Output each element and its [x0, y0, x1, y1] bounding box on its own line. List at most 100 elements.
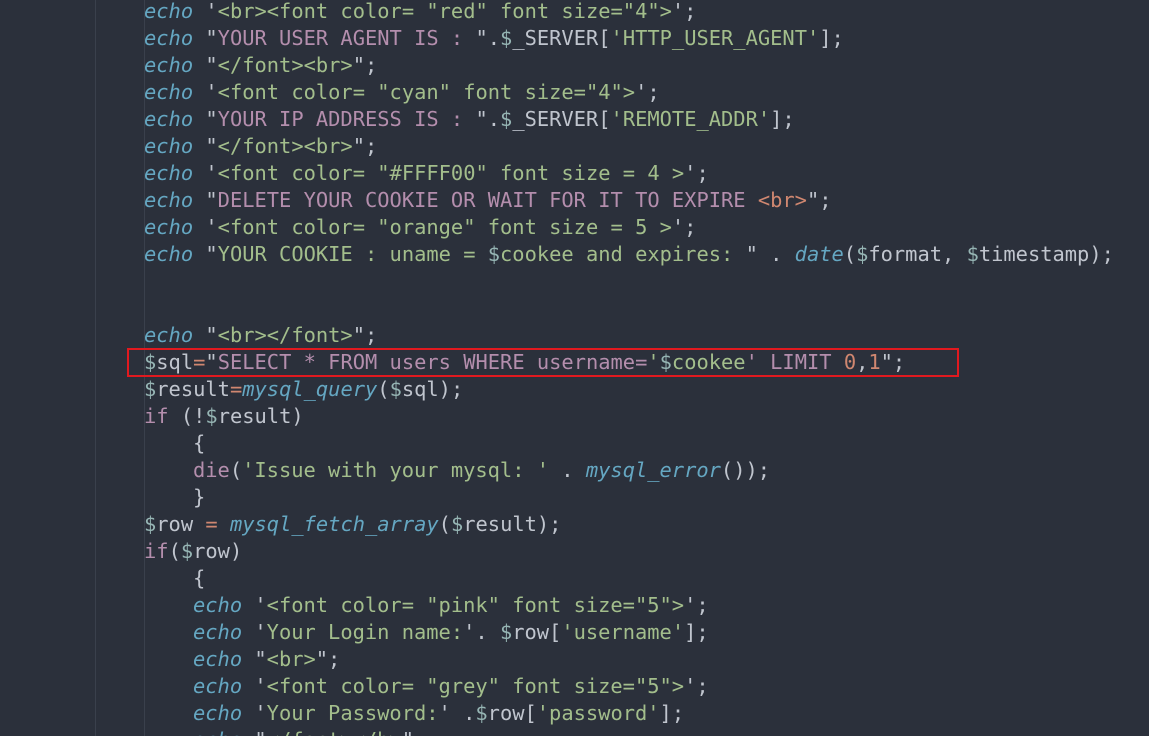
code-token: ]; — [659, 701, 685, 725]
code-token: </font><br> — [217, 134, 353, 158]
code-line[interactable]: $row = mysql_fetch_array($result); — [144, 511, 561, 538]
code-token: $ — [180, 539, 194, 563]
code-token: ' — [193, 80, 218, 104]
code-token: " — [193, 242, 218, 266]
code-token: ]; — [819, 26, 844, 50]
code-token: " — [193, 26, 218, 50]
code-token: ( — [843, 242, 857, 266]
code-token: <font color= "cyan" font size="4"> — [217, 80, 636, 104]
code-line[interactable]: $result=mysql_query($sql); — [144, 376, 463, 403]
code-token: die — [193, 458, 230, 482]
code-token: ( — [377, 377, 390, 401]
code-token: '; — [671, 0, 697, 23]
code-line[interactable]: echo '<font color= "grey" font size="5">… — [193, 673, 709, 700]
code-token: ' — [242, 620, 267, 644]
code-line[interactable]: if (!$result) — [144, 403, 304, 430]
code-token: <br> — [266, 647, 316, 671]
code-token: echo — [193, 728, 242, 736]
code-token: echo — [144, 215, 194, 239]
code-line[interactable]: echo "<br>"; — [193, 646, 340, 673]
code-line[interactable]: echo "</font><br>"; — [144, 52, 377, 79]
code-token: " — [193, 323, 218, 347]
code-line[interactable]: echo "<br></font>"; — [144, 322, 377, 349]
code-token: $ — [487, 242, 501, 266]
code-line[interactable]: echo '<br><font color= "red" font size="… — [144, 0, 696, 25]
code-line[interactable]: echo "</font><br>"; — [144, 133, 377, 160]
code-token: , — [856, 350, 869, 374]
code-token: } — [193, 485, 206, 509]
code-token: <font color= "#FFFF00" font size = 4 > — [217, 161, 685, 185]
code-token: echo — [144, 80, 194, 104]
code-token: YOUR COOKIE : uname = — [217, 242, 488, 266]
code-token: '; — [635, 80, 660, 104]
code-token: "; — [352, 134, 378, 158]
code-token: _SERVER[ — [512, 107, 611, 131]
code-token: { — [193, 566, 206, 590]
code-token: result); — [463, 512, 562, 536]
code-token: ' LIMIT — [745, 350, 844, 374]
code-token: echo — [193, 593, 243, 617]
code-line[interactable]: die('Issue with your mysql: ' . mysql_er… — [193, 457, 770, 484]
code-token: $ — [856, 242, 869, 266]
code-line[interactable]: echo '<font color= "cyan" font size="4">… — [144, 79, 660, 106]
code-token: ' . — [438, 701, 476, 725]
code-token: " — [193, 134, 218, 158]
code-token: ' — [647, 350, 660, 374]
code-line[interactable]: { — [193, 430, 205, 457]
code-token: "; — [880, 350, 906, 374]
code-line[interactable]: } — [193, 484, 205, 511]
code-token: ". — [475, 26, 501, 50]
code-line[interactable]: echo "</font></b>"; — [193, 727, 426, 736]
code-line[interactable]: echo 'Your Login name:'. $row['username'… — [193, 619, 709, 646]
code-token: echo — [144, 0, 194, 23]
code-token: "; — [352, 53, 378, 77]
code-token: ( — [229, 458, 243, 482]
code-token: SELECT * FROM users WHERE username= — [217, 350, 648, 374]
code-token: " — [242, 728, 266, 736]
code-token: echo — [193, 701, 243, 725]
code-token: $ — [475, 701, 488, 725]
code-line[interactable]: $sql="SELECT * FROM users WHERE username… — [144, 349, 905, 376]
code-line[interactable]: echo '<font color= "orange" font size = … — [144, 214, 696, 241]
code-token: row) — [193, 539, 243, 563]
code-token: . — [549, 458, 586, 482]
code-token: '. — [463, 620, 500, 644]
code-token: mysql_error — [585, 458, 721, 482]
code-token: </font></b> — [267, 728, 402, 736]
code-line[interactable]: echo "YOUR COOKIE : uname = $cookee and … — [144, 241, 1114, 268]
code-editor[interactable]: echo '<br><font color= "red" font size="… — [0, 0, 1149, 736]
code-token: cookee — [671, 350, 746, 374]
code-token: $ — [389, 377, 402, 401]
code-line[interactable]: echo "YOUR IP ADDRESS IS : ".$_SERVER['R… — [144, 106, 795, 133]
code-token: result — [156, 377, 230, 401]
code-line[interactable]: if($row) — [144, 538, 242, 565]
code-token: echo — [144, 242, 194, 266]
code-token: "; — [352, 323, 378, 347]
code-line[interactable]: echo "DELETE YOUR COOKIE OR WAIT FOR IT … — [144, 187, 832, 214]
code-token: timestamp); — [978, 242, 1114, 266]
code-token: $ — [144, 377, 157, 401]
code-line[interactable]: echo "YOUR USER AGENT IS : ".$_SERVER['H… — [144, 25, 844, 52]
code-token: echo — [193, 647, 243, 671]
code-token: row[ — [487, 701, 537, 725]
code-line[interactable]: echo '<font color= "#FFFF00" font size =… — [144, 160, 709, 187]
code-line[interactable]: echo '<font color= "pink" font size="5">… — [193, 592, 709, 619]
code-token: 'Issue with your mysql: ' — [242, 458, 550, 482]
code-token: ]; — [684, 620, 709, 644]
code-line[interactable]: { — [193, 565, 205, 592]
code-token: YOUR USER AGENT IS : — [217, 26, 476, 50]
code-token: ( — [168, 539, 181, 563]
code-line[interactable]: echo 'Your Password:' .$row['password']; — [193, 700, 684, 727]
code-token: if — [144, 539, 169, 563]
code-token: mysql_query — [242, 377, 378, 401]
code-token: "; — [806, 188, 832, 212]
code-token: " . — [745, 242, 795, 266]
code-token: echo — [144, 161, 194, 185]
code-token: row[ — [512, 620, 562, 644]
code-token: 'REMOTE_ADDR' — [610, 107, 771, 131]
code-token: ( — [438, 512, 451, 536]
code-token: ' — [193, 215, 218, 239]
code-token: <font color= "orange" font size = 5 > — [217, 215, 672, 239]
code-token: 'password' — [536, 701, 660, 725]
code-token: ' — [193, 0, 218, 23]
